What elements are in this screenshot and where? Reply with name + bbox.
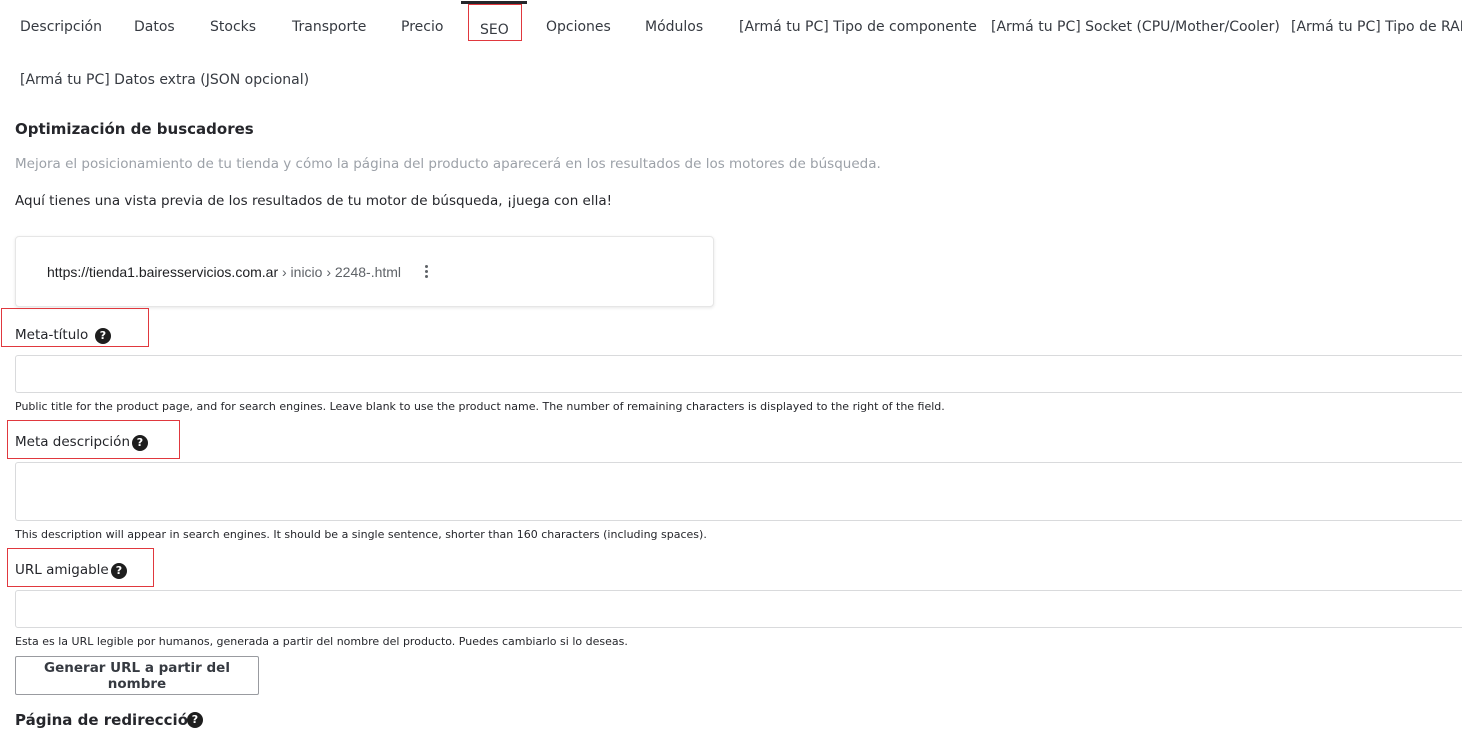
tab-arma-tipo-ram[interactable]: [Armá tu PC] Tipo de RAM xyxy=(1291,18,1462,36)
tab-modulos[interactable]: Módulos xyxy=(645,18,703,36)
friendly-url-hint: Esta es la URL legible por humanos, gene… xyxy=(15,635,628,648)
meta-description-label: Meta descripción xyxy=(15,434,131,450)
search-preview-url: https://tienda1.bairesservicios.com.ar ›… xyxy=(47,264,401,280)
tab-arma-socket[interactable]: [Armá tu PC] Socket (CPU/Mother/Cooler) xyxy=(991,18,1280,36)
tab-stocks[interactable]: Stocks xyxy=(210,18,256,36)
meta-description-textarea[interactable] xyxy=(15,462,1462,521)
tab-precio[interactable]: Precio xyxy=(401,18,443,36)
preview-intro: Aquí tienes una vista previa de los resu… xyxy=(15,193,613,209)
friendly-url-input[interactable] xyxy=(15,590,1462,628)
help-icon[interactable]: ? xyxy=(111,563,127,579)
help-icon[interactable]: ? xyxy=(95,328,111,344)
help-icon[interactable]: ? xyxy=(187,712,203,728)
generate-url-button[interactable]: Generar URL a partir del nombre xyxy=(15,656,259,695)
tab-arma-datos-extra[interactable]: [Armá tu PC] Datos extra (JSON opcional) xyxy=(20,71,309,89)
friendly-url-label: URL amigable xyxy=(15,562,109,578)
section-subtitle: Mejora el posicionamiento de tu tienda y… xyxy=(15,156,881,172)
redirect-page-title: Página de redirección xyxy=(15,711,199,729)
tab-seo[interactable]: SEO xyxy=(480,21,509,39)
active-tab-indicator xyxy=(461,1,527,4)
meta-title-hint: Public title for the product page, and f… xyxy=(15,400,945,413)
meta-title-label: Meta-título xyxy=(15,327,89,343)
tab-opciones[interactable]: Opciones xyxy=(546,18,611,36)
tab-descripcion[interactable]: Descripción xyxy=(20,18,102,36)
help-icon[interactable]: ? xyxy=(132,435,148,451)
search-preview-card: https://tienda1.bairesservicios.com.ar ›… xyxy=(15,236,714,307)
tab-transporte[interactable]: Transporte xyxy=(292,18,366,36)
tab-arma-tipo-componente[interactable]: [Armá tu PC] Tipo de componente xyxy=(739,18,977,36)
product-edit-page: Descripción Datos Stocks Transporte Prec… xyxy=(0,0,1462,743)
tab-datos[interactable]: Datos xyxy=(134,18,175,36)
meta-title-input[interactable] xyxy=(15,355,1462,393)
page-title: Optimización de buscadores xyxy=(15,120,254,138)
search-preview-host: https://tienda1.bairesservicios.com.ar xyxy=(47,264,279,280)
more-vert-icon[interactable] xyxy=(424,265,430,279)
meta-description-hint: This description will appear in search e… xyxy=(15,528,707,541)
search-preview-path: › inicio › 2248-.html xyxy=(278,264,402,280)
